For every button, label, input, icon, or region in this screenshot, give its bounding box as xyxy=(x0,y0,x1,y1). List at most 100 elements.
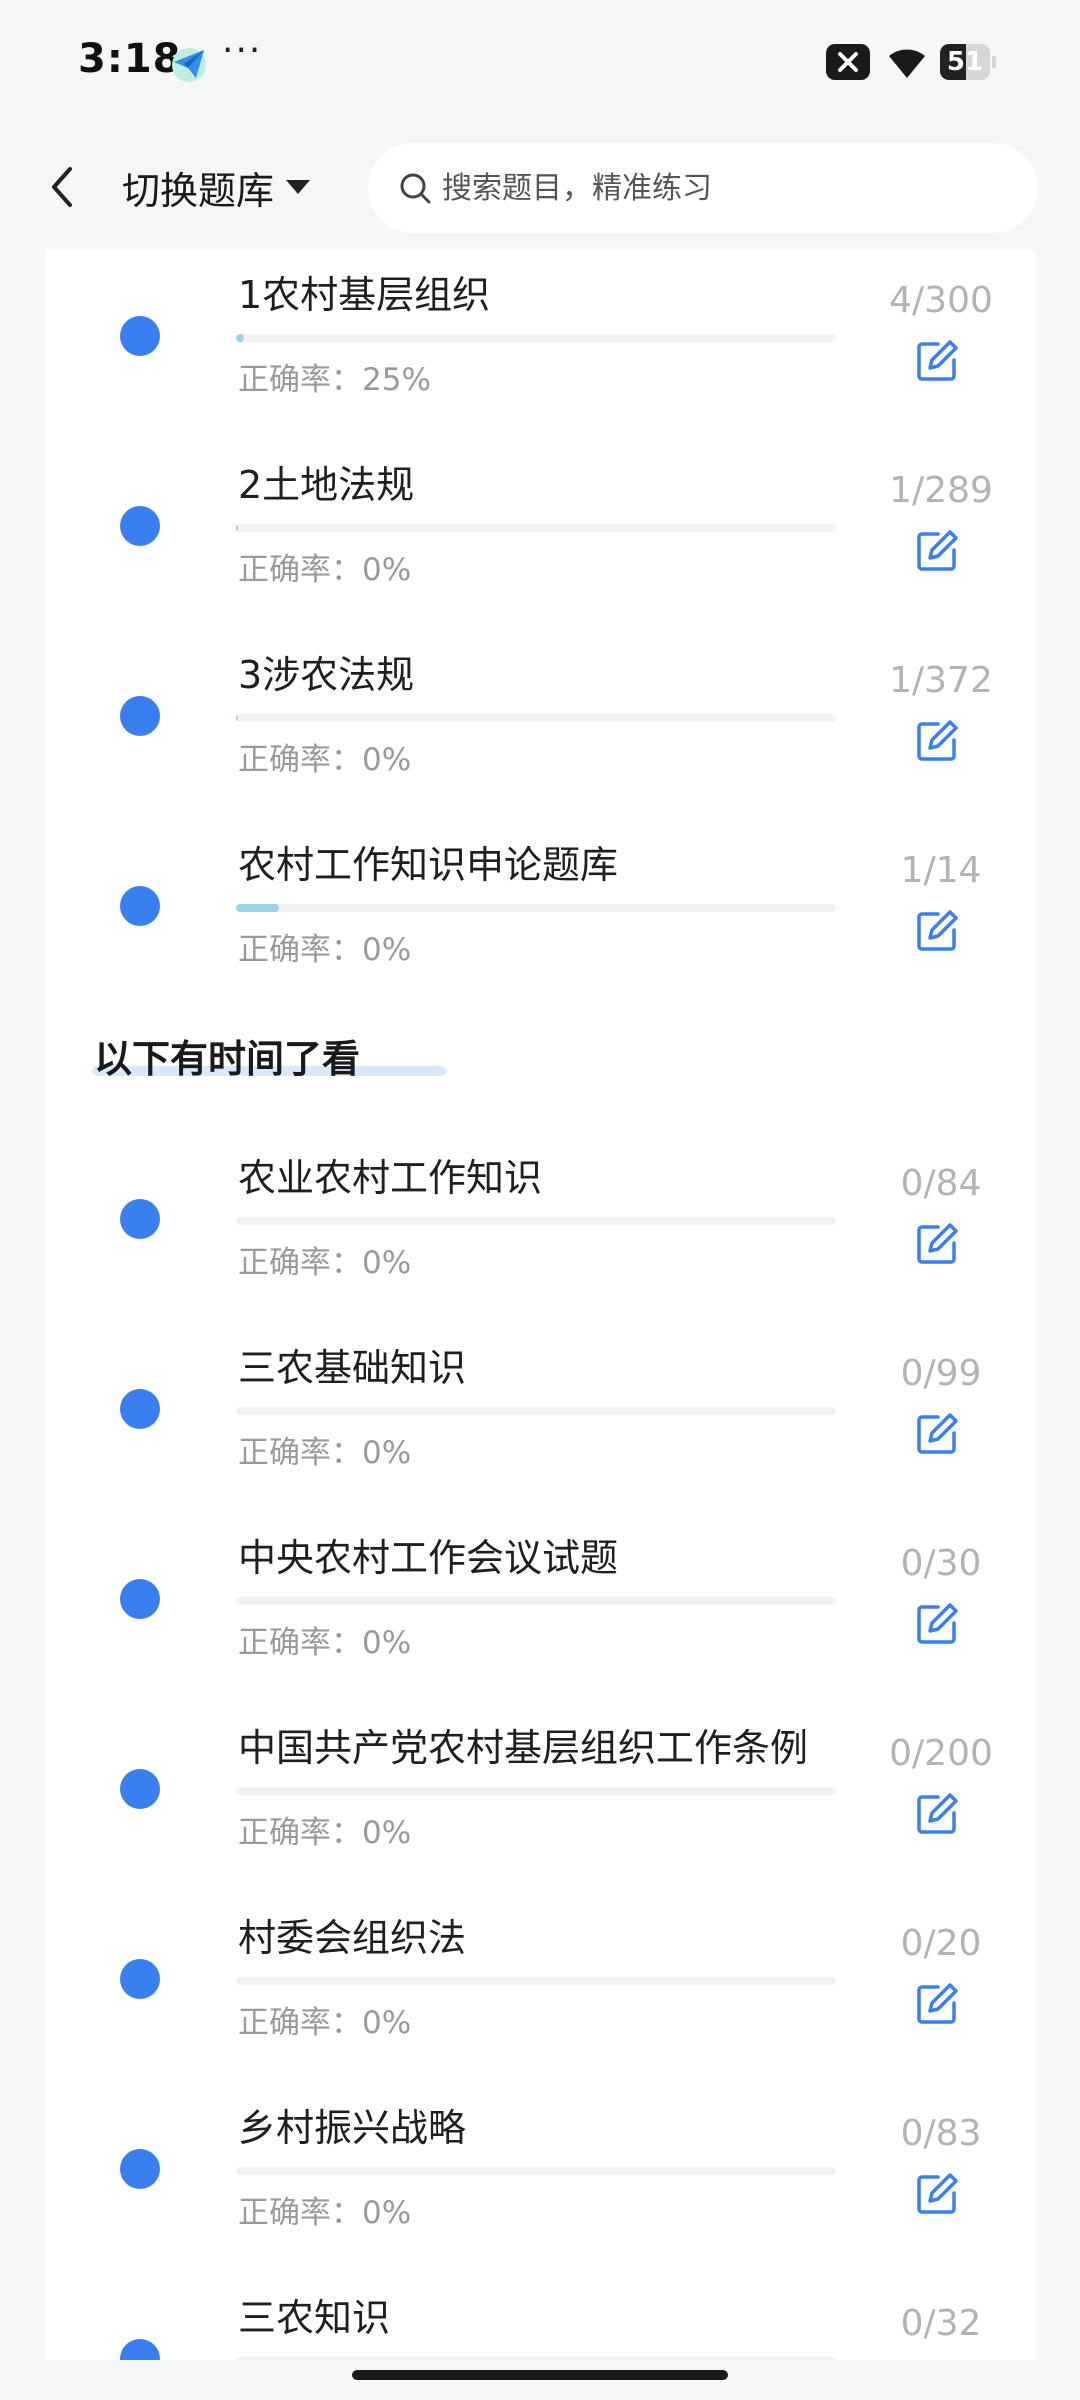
progress-bar xyxy=(236,1217,836,1225)
list-item[interactable]: 1农村基层组织 正确率：25% 4/300 xyxy=(46,250,1036,440)
progress-count: 0/30 xyxy=(900,1543,982,1584)
status-dot xyxy=(120,1769,160,1809)
item-title: 三农知识 xyxy=(238,2296,391,2340)
item-title: 1农村基层组织 xyxy=(238,273,491,317)
progress-bar xyxy=(236,904,836,912)
progress-bar xyxy=(236,1977,836,1985)
progress-fill xyxy=(236,714,238,722)
list-item[interactable]: 村委会组织法 正确率：0% 0/20 xyxy=(46,1893,1036,2083)
search-icon xyxy=(400,173,431,204)
back-icon[interactable] xyxy=(40,155,84,219)
battery-level: 51 xyxy=(946,47,984,77)
accuracy-text: 正确率：0% xyxy=(238,1625,412,1661)
switch-bank-button[interactable]: 切换题库 xyxy=(122,157,312,217)
edit-icon[interactable] xyxy=(914,1221,960,1267)
item-title: 村委会组织法 xyxy=(238,1916,467,1960)
edit-icon[interactable] xyxy=(914,1791,960,1837)
battery-body: 51 xyxy=(940,44,990,80)
search-bar[interactable] xyxy=(368,143,1038,233)
accuracy-text: 正确率：0% xyxy=(238,552,412,588)
list-item[interactable]: 乡村振兴战略 正确率：0% 0/83 xyxy=(46,2083,1036,2273)
status-time: 3:18 xyxy=(78,36,182,82)
progress-bar xyxy=(236,714,836,722)
list-item[interactable]: 农业农村工作知识 正确率：0% 0/84 xyxy=(46,1133,1036,1323)
status-dot xyxy=(120,1199,160,1239)
progress-count: 0/84 xyxy=(900,1163,982,1204)
list-item[interactable]: 中央农村工作会议试题 正确率：0% 0/30 xyxy=(46,1513,1036,1703)
item-title: 2土地法规 xyxy=(238,463,415,507)
list-item[interactable]: 3涉农法规 正确率：0% 1/372 xyxy=(46,630,1036,820)
status-dot xyxy=(120,886,160,926)
accuracy-text: 正确率：25% xyxy=(238,362,431,398)
status-dot xyxy=(120,696,160,736)
progress-bar xyxy=(236,524,836,532)
edit-icon[interactable] xyxy=(914,528,960,574)
battery-indicator: 51 xyxy=(940,44,996,80)
progress-count: 0/32 xyxy=(900,2303,982,2344)
edit-icon[interactable] xyxy=(914,1601,960,1647)
progress-count: 0/20 xyxy=(900,1923,982,1964)
edit-icon[interactable] xyxy=(914,1981,960,2027)
progress-count: 1/372 xyxy=(889,660,993,701)
paper-plane-icon xyxy=(172,48,206,82)
caret-down-icon xyxy=(286,180,311,194)
progress-bar xyxy=(236,1407,836,1415)
status-dot xyxy=(120,2149,160,2189)
progress-fill xyxy=(236,524,239,532)
progress-count: 1/289 xyxy=(889,470,993,511)
progress-count: 0/200 xyxy=(889,1733,993,1774)
question-bank-list: 1农村基层组织 正确率：25% 4/300 2土地法规 正确率：0% 1/289… xyxy=(46,250,1036,2360)
edit-icon[interactable] xyxy=(914,718,960,764)
status-dot xyxy=(120,1579,160,1619)
progress-bar xyxy=(236,2357,836,2360)
accuracy-text: 正确率：0% xyxy=(238,1815,412,1851)
item-title: 乡村振兴战略 xyxy=(238,2106,467,2150)
item-title: 3涉农法规 xyxy=(238,653,415,697)
edit-icon[interactable] xyxy=(914,2171,960,2217)
section-heading: 以下有时间了看 xyxy=(94,1037,361,1081)
progress-count: 0/99 xyxy=(900,1353,982,1394)
status-dot xyxy=(120,316,160,356)
list-item[interactable]: 中国共产党农村基层组织工作条例 正确率：0% 0/200 xyxy=(46,1703,1036,1893)
item-title: 三农基础知识 xyxy=(238,1346,467,1390)
home-indicator[interactable] xyxy=(352,2370,728,2380)
wifi-icon xyxy=(889,49,928,78)
list-item[interactable]: 三农知识 0/32 xyxy=(46,2273,1036,2360)
status-dot xyxy=(120,506,160,546)
accuracy-text: 正确率：0% xyxy=(238,2005,412,2041)
status-dot xyxy=(120,1959,160,1999)
accuracy-text: 正确率：0% xyxy=(238,1435,412,1471)
status-dot xyxy=(120,2339,160,2360)
progress-bar xyxy=(236,334,836,342)
list-item[interactable]: 2土地法规 正确率：0% 1/289 xyxy=(46,440,1036,630)
header: 切换题库 xyxy=(0,125,1080,250)
accuracy-text: 正确率：0% xyxy=(238,2195,412,2231)
progress-count: 4/300 xyxy=(889,280,993,321)
status-dot xyxy=(120,1389,160,1429)
switch-bank-label: 切换题库 xyxy=(122,168,275,213)
edit-icon[interactable] xyxy=(914,1411,960,1457)
item-title: 农村工作知识申论题库 xyxy=(238,843,619,887)
item-title: 农业农村工作知识 xyxy=(238,1156,543,1200)
progress-bar xyxy=(236,2167,836,2175)
progress-count: 0/83 xyxy=(900,2113,982,2154)
progress-count: 1/14 xyxy=(900,850,982,891)
progress-fill xyxy=(236,904,279,912)
accuracy-text: 正确率：0% xyxy=(238,1245,412,1281)
search-input[interactable] xyxy=(440,169,1004,207)
mute-icon xyxy=(826,44,870,80)
edit-icon[interactable] xyxy=(914,338,960,384)
list-item[interactable]: 三农基础知识 正确率：0% 0/99 xyxy=(46,1323,1036,1513)
battery-tip xyxy=(992,56,996,68)
edit-icon[interactable] xyxy=(914,908,960,954)
list-item[interactable]: 农村工作知识申论题库 正确率：0% 1/14 xyxy=(46,820,1036,1010)
accuracy-text: 正确率：0% xyxy=(238,742,412,778)
progress-bar xyxy=(236,1597,836,1605)
accuracy-text: 正确率：0% xyxy=(238,932,412,968)
item-title: 中央农村工作会议试题 xyxy=(238,1536,619,1580)
progress-fill xyxy=(236,334,244,342)
more-notifications-icon: ··· xyxy=(222,30,263,71)
progress-bar xyxy=(236,1787,836,1795)
item-title: 中国共产党农村基层组织工作条例 xyxy=(238,1726,809,1770)
status-bar: 3:18 ··· 51 xyxy=(0,0,1080,125)
